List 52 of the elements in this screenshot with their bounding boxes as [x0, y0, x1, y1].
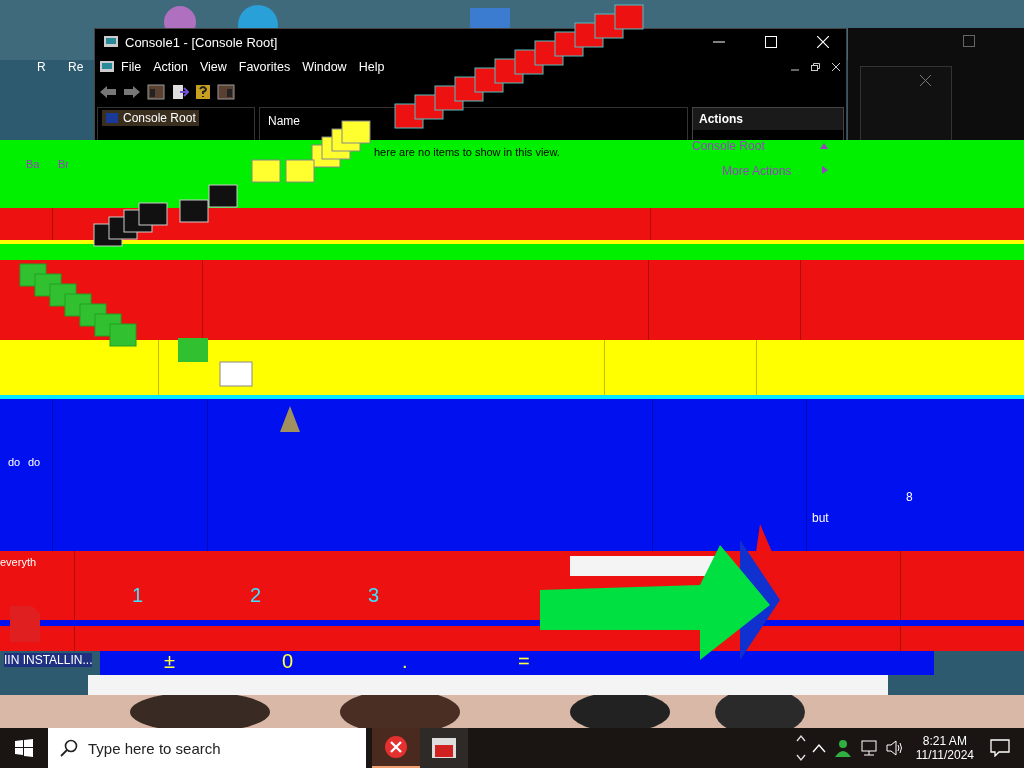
- calculator-key[interactable]: 0: [280, 650, 296, 673]
- chevron-up-icon[interactable]: [811, 743, 826, 753]
- desktop-icon-label: do: [28, 456, 41, 468]
- console-tree-icon[interactable]: [147, 84, 165, 100]
- collapse-icon[interactable]: [820, 143, 828, 149]
- mouse-cursor-drawing: [278, 404, 302, 434]
- help-icon[interactable]: [195, 84, 211, 100]
- error-app-icon[interactable]: [372, 728, 420, 768]
- search-icon: [60, 739, 78, 757]
- empty-list-message: here are no items to show in this view.: [374, 146, 560, 158]
- calculator-key[interactable]: ±: [162, 650, 177, 673]
- console-icon: [99, 59, 115, 75]
- desktop-icon-label: R: [37, 60, 46, 74]
- export-list-icon[interactable]: [171, 84, 189, 100]
- submenu-arrow-icon: [822, 166, 828, 174]
- network-icon[interactable]: [859, 740, 878, 756]
- menu-item[interactable]: File: [115, 60, 148, 74]
- close-icon[interactable]: [832, 63, 840, 71]
- desktop-icon-label: Ba: [26, 158, 40, 170]
- action-pane-icon[interactable]: [217, 84, 235, 100]
- menu-item[interactable]: Action: [147, 60, 194, 74]
- menu-item[interactable]: Help: [352, 60, 391, 74]
- app-window-icon[interactable]: [420, 728, 468, 768]
- window-title: Console1 - [Console Root]: [125, 34, 279, 50]
- desktop-icon-label: Re: [68, 60, 84, 74]
- person-icon[interactable]: [833, 739, 852, 757]
- menu-item[interactable]: Favorites: [232, 60, 297, 74]
- text-fragment: 8: [906, 490, 913, 504]
- taskbar-clock[interactable]: 8:21 AM 11/11/2024: [909, 734, 980, 762]
- actions-header: Actions: [693, 108, 843, 130]
- installing-label: IIN INSTALLIN...: [4, 653, 93, 667]
- back-icon[interactable]: [99, 85, 117, 99]
- calculator-key[interactable]: =: [516, 650, 532, 673]
- tree-item[interactable]: Console Root: [102, 110, 199, 126]
- menu-item[interactable]: Window: [296, 60, 353, 74]
- text-fragment: but: [812, 511, 829, 525]
- document-icon: [8, 604, 42, 644]
- volume-icon[interactable]: [885, 740, 904, 756]
- desktop-icon-label: Br: [58, 158, 69, 170]
- console-icon: [103, 34, 119, 50]
- scroll-arrows-icon[interactable]: [795, 733, 806, 763]
- actions-section-title: Console Root: [692, 139, 765, 153]
- calculator-key[interactable]: .: [400, 650, 410, 673]
- search-field[interactable]: Type here to search: [48, 728, 366, 768]
- notification-icon[interactable]: [990, 739, 1010, 757]
- console-root-icon: [105, 112, 119, 124]
- start-icon[interactable]: [15, 739, 33, 757]
- text-fragment: everyth: [0, 556, 37, 568]
- restore-icon[interactable]: [811, 63, 820, 71]
- forward-icon[interactable]: [123, 85, 141, 99]
- menu-item[interactable]: View: [193, 60, 233, 74]
- desktop-icon-label: do: [8, 456, 21, 468]
